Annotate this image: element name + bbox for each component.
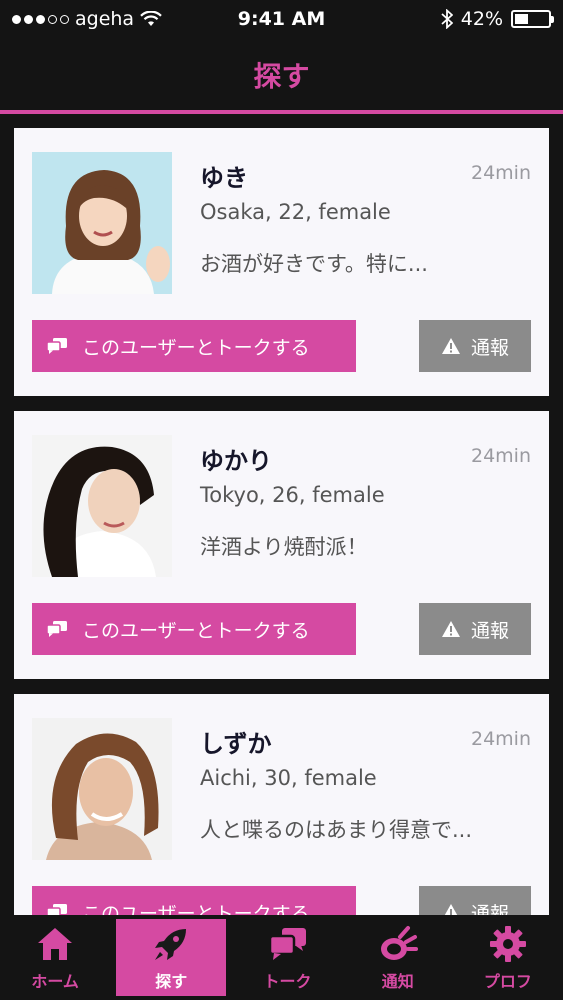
tab-bar: ホーム 探す トーク 通知 プロフ xyxy=(0,915,563,1000)
bluetooth-icon xyxy=(441,9,453,29)
chat-icon xyxy=(268,924,308,964)
talk-button-label: このユーザーとトークする xyxy=(82,619,310,642)
status-right: 42% xyxy=(441,8,554,30)
user-name: ゆき xyxy=(200,164,248,192)
tab-profile-label: プロフ xyxy=(483,971,532,991)
warning-icon xyxy=(444,904,458,915)
talk-button[interactable]: このユーザーとトークする xyxy=(32,603,356,655)
report-button-label: 通報 xyxy=(470,619,509,642)
user-meta: Aichi, 30, female xyxy=(200,766,377,790)
last-active-time: 24min xyxy=(470,445,531,467)
user-card: ゆかり 24min Tokyo, 26, female 洋酒より焼酎派！ このユ… xyxy=(14,411,549,679)
last-active-time: 24min xyxy=(470,162,531,184)
user-card: しずか 24min Aichi, 30, female 人と喋るのはあまり得意で… xyxy=(14,694,549,915)
user-name: しずか xyxy=(200,730,272,758)
talk-button[interactable]: このユーザーとトークする xyxy=(32,886,356,915)
tab-talk-label: トーク xyxy=(263,971,312,991)
user-meta: Tokyo, 26, female xyxy=(200,483,385,507)
gear-icon xyxy=(488,924,528,964)
user-list[interactable]: ゆき 24min Osaka, 22, female お酒が好きです。特に...… xyxy=(0,114,563,915)
report-button[interactable]: 通報 xyxy=(419,320,531,372)
user-meta: Osaka, 22, female xyxy=(200,200,391,224)
warning-icon xyxy=(441,338,460,354)
tab-search-label: 探す xyxy=(155,971,188,991)
tab-profile[interactable]: プロフ xyxy=(453,919,563,996)
report-button-label: 通報 xyxy=(470,902,509,916)
tab-home-label: ホーム xyxy=(31,971,79,991)
home-icon xyxy=(35,924,75,964)
rocket-icon xyxy=(151,924,191,964)
user-card: ゆき 24min Osaka, 22, female お酒が好きです。特に...… xyxy=(14,128,549,396)
warning-icon xyxy=(441,621,460,637)
battery-icon xyxy=(511,10,554,28)
nav-header: 探す xyxy=(0,38,563,112)
battery-percent: 42% xyxy=(460,8,503,30)
avatar[interactable] xyxy=(32,152,172,294)
battery-fill xyxy=(515,14,529,24)
report-button-label: 通報 xyxy=(470,336,509,359)
tab-notifications[interactable]: 通知 xyxy=(343,919,453,996)
carrier-group: ageha xyxy=(12,8,212,30)
signal-strength-icon xyxy=(12,14,69,24)
tab-talk[interactable]: トーク xyxy=(232,919,342,996)
user-message: お酒が好きです。特に... xyxy=(200,252,428,276)
last-active-time: 24min xyxy=(470,728,531,750)
chat-icon xyxy=(46,338,67,354)
user-message: 洋酒より焼酎派！ xyxy=(200,535,368,559)
avatar[interactable] xyxy=(32,718,172,860)
user-message: 人と喋るのはあまり得意で... xyxy=(200,818,473,842)
report-button[interactable]: 通報 xyxy=(419,886,531,915)
report-button[interactable]: 通報 xyxy=(419,603,531,655)
avatar[interactable] xyxy=(32,435,172,577)
status-bar: ageha 9:41 AM 42% xyxy=(0,0,563,38)
chat-icon xyxy=(46,904,67,915)
talk-button-label: このユーザーとトークする xyxy=(82,902,310,916)
chat-icon xyxy=(46,621,67,637)
megaphone-icon xyxy=(378,924,418,964)
user-name: ゆかり xyxy=(200,447,272,475)
talk-button[interactable]: このユーザーとトークする xyxy=(32,320,356,372)
wifi-icon xyxy=(140,11,162,26)
carrier-name: ageha xyxy=(75,8,135,30)
tab-notifications-label: 通知 xyxy=(381,971,414,991)
tab-home[interactable]: ホーム xyxy=(0,919,110,996)
tab-search[interactable]: 探す xyxy=(116,919,227,996)
page-title: 探す xyxy=(253,60,310,93)
talk-button-label: このユーザーとトークする xyxy=(82,336,310,359)
